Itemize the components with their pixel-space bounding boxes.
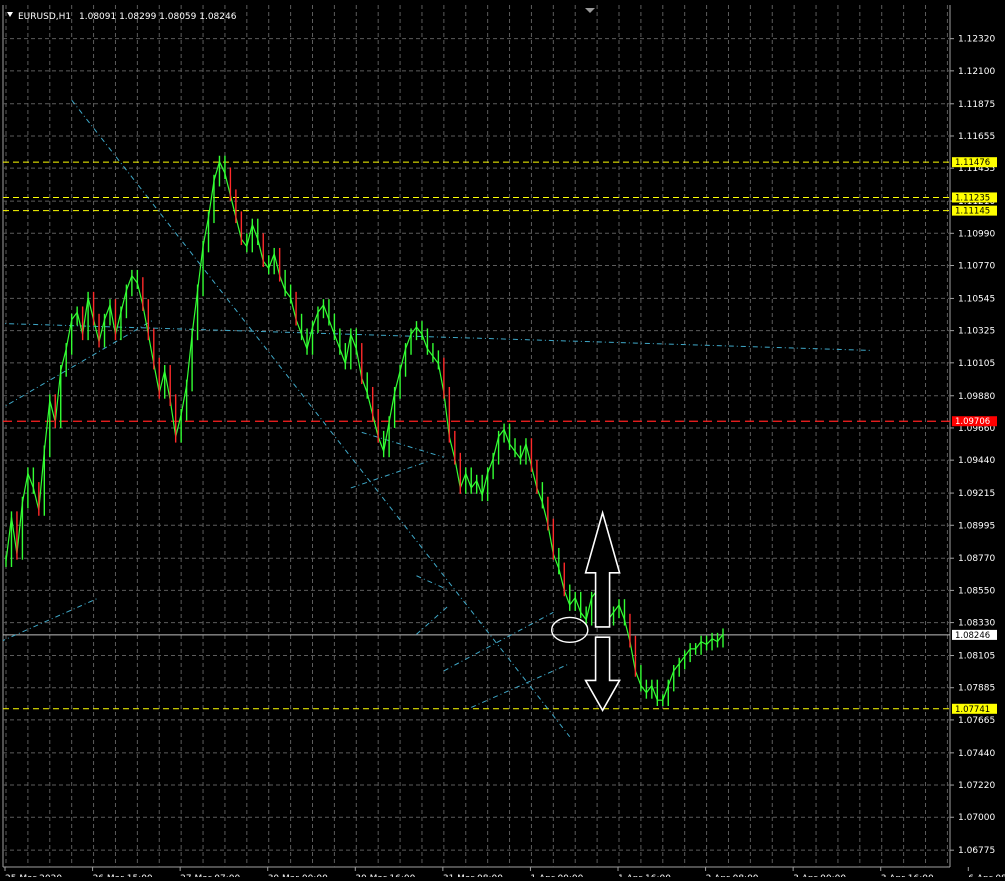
- price-tick-label: 1.07220: [958, 781, 995, 791]
- price-tick-label: 1.07885: [958, 684, 995, 694]
- price-tick-label: 1.10990: [958, 229, 995, 239]
- price-tick-label: 1.12320: [958, 35, 995, 45]
- level-price-label: 1.07741: [955, 705, 990, 715]
- current-price-label: 1.08246: [955, 631, 990, 641]
- price-tick-label: 1.11875: [958, 100, 995, 110]
- level-price-label: 1.09706: [955, 417, 990, 427]
- price-tick-label: 1.08550: [958, 586, 995, 596]
- price-tick-label: 1.09440: [958, 456, 995, 466]
- price-tick-label: 1.08995: [958, 521, 995, 531]
- chart-canvas[interactable]: 1.123201.121001.118751.116551.114351.112…: [0, 0, 1005, 881]
- price-tick-label: 1.06775: [958, 846, 995, 856]
- price-tick-label: 1.10770: [958, 262, 995, 272]
- price-tick-label: 1.09215: [958, 489, 995, 499]
- price-tick-label: 1.08770: [958, 554, 995, 564]
- chart-ohlc: 1.08091 1.08299 1.08059 1.08246: [79, 12, 237, 22]
- level-price-label: 1.11235: [955, 193, 990, 203]
- price-tick-label: 1.10545: [958, 294, 995, 304]
- price-tick-label: 1.12100: [958, 67, 995, 77]
- chart-symbol: EURUSD,H1: [18, 12, 71, 22]
- price-tick-label: 1.09880: [958, 392, 995, 402]
- price-tick-label: 1.10325: [958, 327, 995, 337]
- price-chart[interactable]: 1.123201.121001.118751.116551.114351.112…: [0, 0, 1005, 881]
- chart-header[interactable]: EURUSD,H1 1.08091 1.08299 1.08059 1.0824…: [7, 12, 237, 22]
- level-price-label: 1.11476: [955, 158, 990, 168]
- price-tick-label: 1.10105: [958, 359, 995, 369]
- price-tick-label: 1.11655: [958, 132, 995, 142]
- level-price-label: 1.11145: [955, 207, 990, 217]
- chart-background: [0, 0, 1005, 877]
- price-tick-label: 1.08330: [958, 619, 995, 629]
- price-tick-label: 1.07665: [958, 716, 995, 726]
- price-tick-label: 1.08105: [958, 652, 995, 662]
- price-tick-label: 1.07440: [958, 749, 995, 759]
- price-tick-label: 1.07000: [958, 813, 995, 823]
